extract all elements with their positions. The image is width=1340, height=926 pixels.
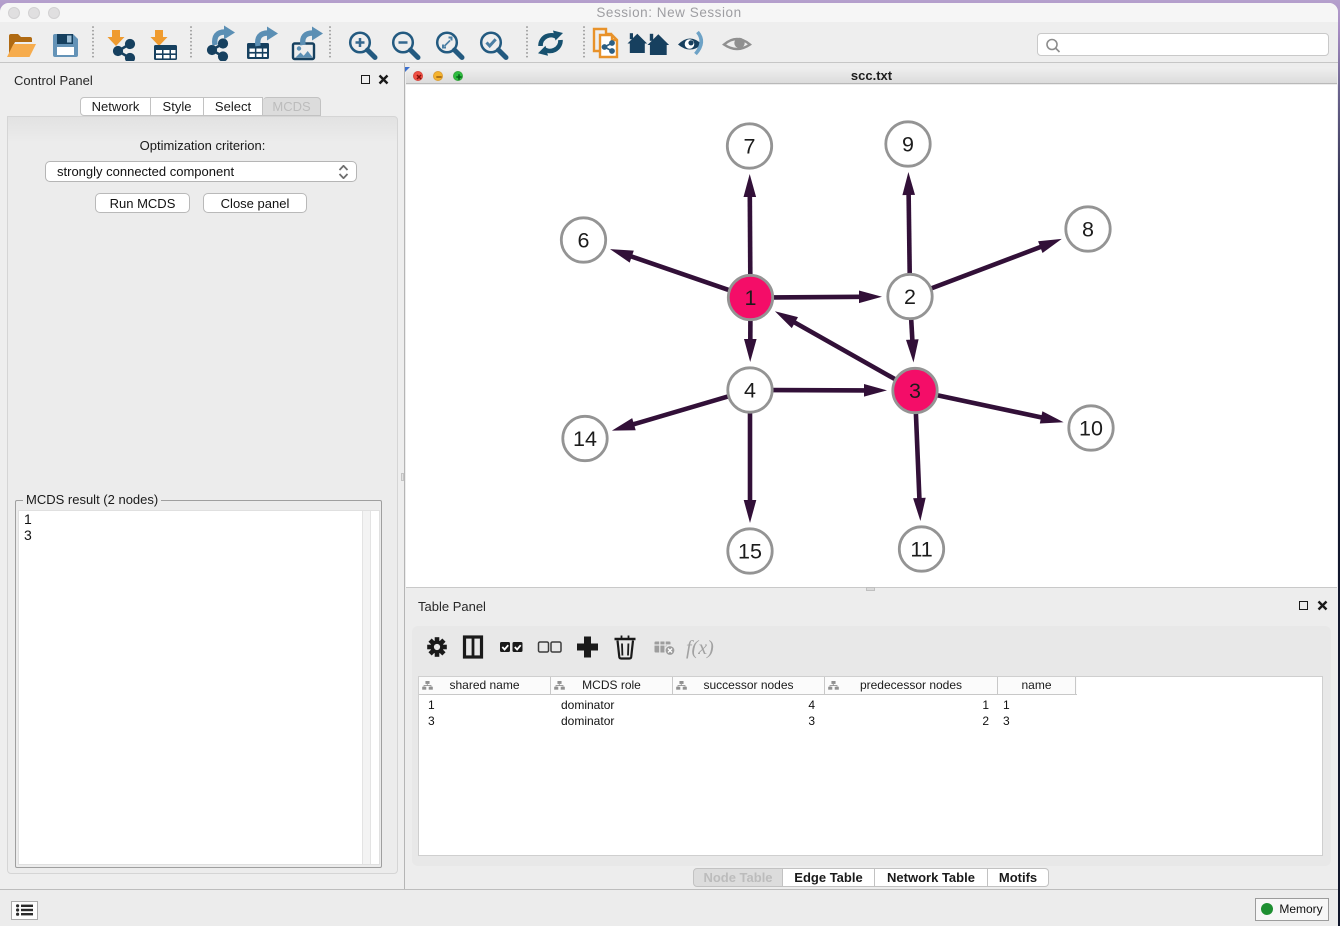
svg-text:8: 8	[1082, 218, 1094, 242]
svg-text:9: 9	[902, 133, 914, 157]
svg-text:15: 15	[738, 540, 762, 564]
svg-text:10: 10	[1079, 417, 1103, 441]
svg-text:1: 1	[745, 286, 757, 310]
svg-text:7: 7	[744, 135, 756, 159]
svg-text:f(x): f(x)	[686, 637, 714, 659]
svg-text:6: 6	[578, 229, 590, 253]
svg-text:4: 4	[744, 379, 756, 403]
svg-text:11: 11	[910, 538, 932, 562]
svg-text:14: 14	[573, 427, 597, 451]
svg-text:2: 2	[904, 285, 916, 309]
svg-text:3: 3	[909, 379, 921, 403]
